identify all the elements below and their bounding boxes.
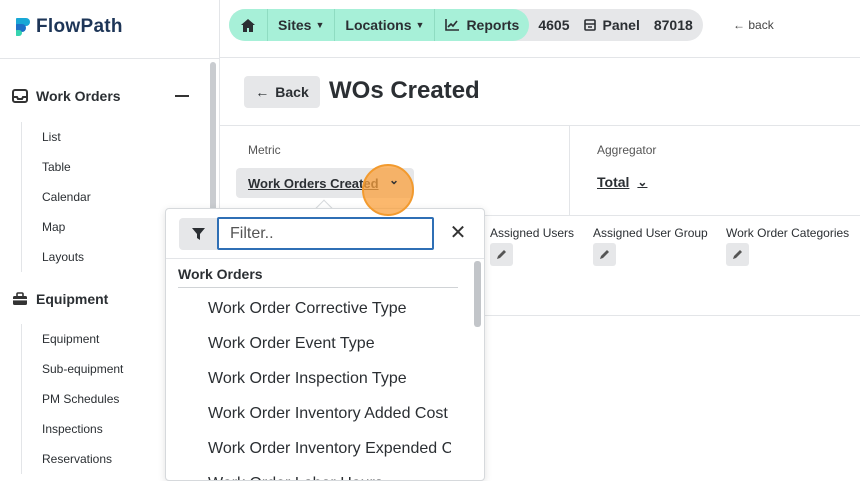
caret-down-icon: ▼ xyxy=(415,20,425,30)
sidebar-item-list[interactable]: List xyxy=(42,122,91,152)
breadcrumb-sites[interactable]: Sites ▼ xyxy=(267,9,335,41)
metric-dropdown: ✕ Work Orders Work Order Corrective Type… xyxy=(165,208,485,481)
dropdown-scrollbar[interactable] xyxy=(474,261,481,327)
close-icon[interactable]: ✕ xyxy=(448,223,468,243)
sidebar-section-equipment[interactable]: Equipment xyxy=(12,291,108,307)
work-orders-items: List Table Calendar Map Layouts xyxy=(21,122,91,272)
filter-icon xyxy=(191,227,205,240)
edit-assigned-user-group-button[interactable] xyxy=(593,243,616,266)
app-logo[interactable]: FlowPath xyxy=(16,16,123,38)
breadcrumb-reports[interactable]: Reports xyxy=(434,9,530,41)
breadcrumb-reports-label: Reports xyxy=(466,17,520,33)
breadcrumb-locations[interactable]: Locations ▼ xyxy=(334,9,435,41)
arrow-left-icon: ← xyxy=(733,18,745,32)
sidebar-item-table[interactable]: Table xyxy=(42,152,91,182)
back-button[interactable]: ← Back xyxy=(244,76,320,108)
metric-label: Metric xyxy=(248,143,281,157)
back-link[interactable]: ← back xyxy=(733,18,774,32)
sidebar-divider xyxy=(0,58,220,59)
filter-assigned-user-group-label: Assigned User Group xyxy=(593,226,708,240)
arrow-left-icon: ← xyxy=(255,84,270,100)
option-item[interactable]: Work Order Corrective Type xyxy=(208,294,451,329)
chevron-down-icon[interactable]: ⌄ xyxy=(389,173,399,187)
aggregator-label: Aggregator xyxy=(597,143,657,157)
filter-work-order-categories-label: Work Order Categories xyxy=(726,226,850,240)
page-title: WOs Created xyxy=(329,77,480,104)
chevron-down-icon: ⌄ xyxy=(637,175,648,189)
sidebar-section-label: Equipment xyxy=(36,291,109,307)
option-group-divider xyxy=(178,287,458,288)
breadcrumb-panel-id[interactable]: 87018 xyxy=(647,9,703,41)
option-group-header: Work Orders xyxy=(178,266,263,282)
breadcrumb-home[interactable] xyxy=(229,9,267,41)
collapse-icon[interactable] xyxy=(175,95,189,97)
line-chart-icon xyxy=(445,19,460,31)
aggregator-value: Total xyxy=(597,174,630,190)
equipment-items: Equipment Sub-equipment PM Schedules Ins… xyxy=(21,324,123,474)
dropdown-divider xyxy=(166,258,484,259)
sidebar-section-work-orders[interactable]: Work Orders xyxy=(12,88,121,104)
edit-assigned-users-button[interactable] xyxy=(490,243,513,266)
filter-input[interactable] xyxy=(217,217,434,250)
breadcrumb-report-id[interactable]: 4605 xyxy=(531,9,576,41)
breadcrumb-panel[interactable]: Panel xyxy=(577,9,647,41)
inbox-icon xyxy=(12,89,28,103)
sidebar-item-pm-schedules[interactable]: PM Schedules xyxy=(42,384,123,414)
option-item[interactable]: Work Order Inventory Expended Cost xyxy=(208,434,451,469)
sidebar-section-label: Work Orders xyxy=(36,88,121,104)
pencil-icon xyxy=(497,250,506,259)
back-link-label: back xyxy=(748,18,774,32)
pencil-icon xyxy=(600,250,609,259)
panel-icon xyxy=(583,19,596,31)
click-indicator xyxy=(362,164,414,216)
aggregator-select[interactable]: Total ⌄ xyxy=(597,174,647,190)
back-button-label: Back xyxy=(275,84,309,100)
option-item[interactable]: Work Order Event Type xyxy=(208,329,451,364)
config-divider xyxy=(569,125,570,216)
top-bar: Sites ▼ Locations ▼ Reports 4605 Panel 870… xyxy=(220,0,860,58)
home-icon xyxy=(241,18,255,32)
pencil-icon xyxy=(733,250,742,259)
sidebar-item-reservations[interactable]: Reservations xyxy=(42,444,123,474)
breadcrumb-panel-label: Panel xyxy=(602,17,640,33)
logo-mark-icon xyxy=(16,18,30,36)
filter-button[interactable] xyxy=(179,218,217,250)
sidebar-item-inspections[interactable]: Inspections xyxy=(42,414,123,444)
option-item[interactable]: Work Order Labor Hours xyxy=(208,469,451,480)
filter-assigned-users-label: Assigned Users xyxy=(490,226,575,240)
breadcrumb: Sites ▼ Locations ▼ Reports 4605 Panel 870… xyxy=(229,9,703,41)
app-name: FlowPath xyxy=(36,16,123,37)
toolbox-icon xyxy=(13,292,27,305)
sidebar-item-layouts[interactable]: Layouts xyxy=(42,242,91,272)
caret-down-icon: ▼ xyxy=(315,20,325,30)
breadcrumb-locations-label: Locations xyxy=(345,17,412,33)
sidebar-item-equipment[interactable]: Equipment xyxy=(42,324,123,354)
section-divider xyxy=(484,315,860,316)
option-item[interactable]: Work Order Inspection Type xyxy=(208,364,451,399)
option-list: Work Order Corrective Type Work Order Ev… xyxy=(208,294,451,480)
breadcrumb-sites-label: Sites xyxy=(278,17,312,33)
sidebar-item-sub-equipment[interactable]: Sub-equipment xyxy=(42,354,123,384)
sidebar-item-calendar[interactable]: Calendar xyxy=(42,182,91,212)
sidebar-item-map[interactable]: Map xyxy=(42,212,91,242)
option-item[interactable]: Work Order Inventory Added Cost xyxy=(208,399,451,434)
edit-work-order-categories-button[interactable] xyxy=(726,243,749,266)
